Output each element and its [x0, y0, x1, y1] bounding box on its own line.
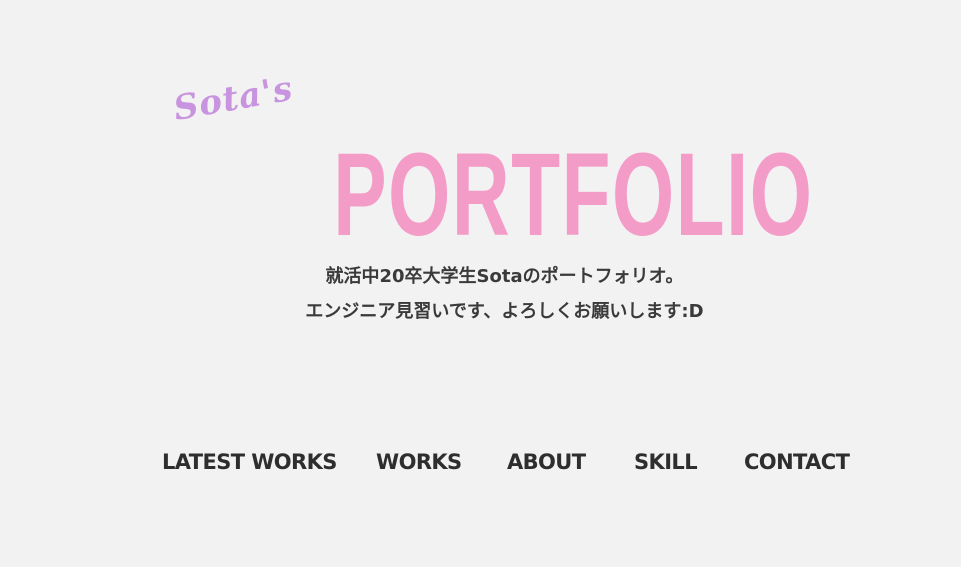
nav-item-works[interactable]: WORKS [376, 446, 462, 478]
hero-section: Sota's PORTFOLIO 就活中20卒大学生Sotaのポートフォリオ。 … [0, 0, 961, 567]
nav-item-latest-works[interactable]: LATEST WORKS [162, 446, 337, 478]
tagline-line-1: 就活中20卒大学生Sotaのポートフォリオ。 [325, 266, 684, 287]
main-nav: LATEST WORKS WORKS ABOUT SKILL CONTACT [0, 446, 961, 478]
nav-item-about[interactable]: ABOUT [507, 446, 586, 478]
nav-item-contact[interactable]: CONTACT [744, 446, 850, 478]
nav-item-skill[interactable]: SKILL [634, 446, 698, 478]
tagline-line-2: エンジニア見習いです、よろしくお願いします:D [305, 301, 704, 322]
script-name-heading: Sota's [170, 68, 297, 129]
portfolio-title: PORTFOLIO [333, 129, 814, 261]
